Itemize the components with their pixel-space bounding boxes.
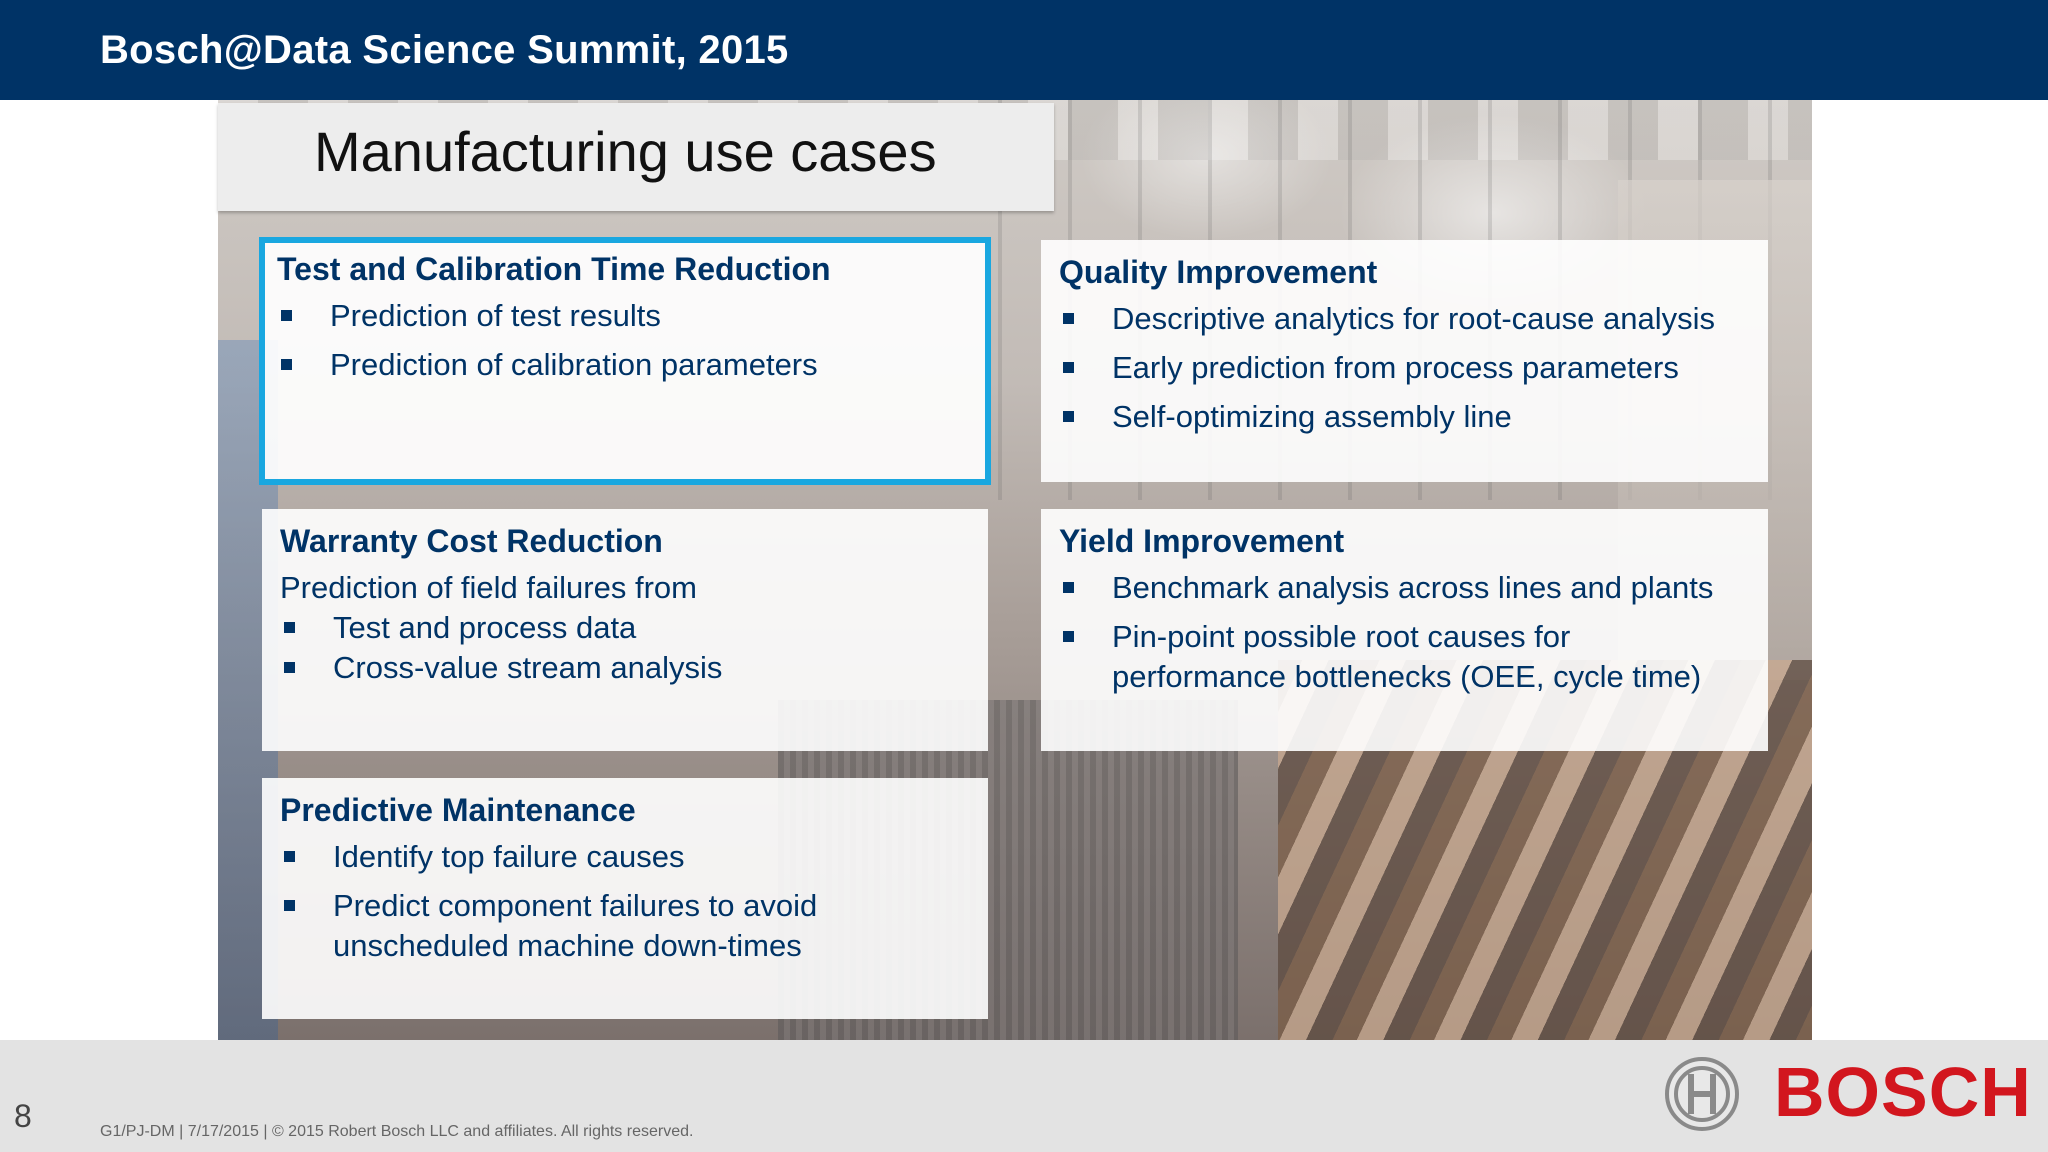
- square-bullet-icon: [284, 900, 295, 911]
- list-item: Test and process data: [280, 608, 970, 648]
- card-title: Test and Calibration Time Reduction: [277, 251, 831, 287]
- square-bullet-icon: [284, 851, 295, 862]
- square-bullet-icon: [281, 310, 292, 321]
- card-predictive-maintenance: Predictive Maintenance Identify top fail…: [262, 778, 988, 1019]
- card-quality-improvement: Quality Improvement Descriptive analytic…: [1041, 240, 1768, 482]
- square-bullet-icon: [1063, 631, 1074, 642]
- list-item: Identify top failure causes: [280, 837, 970, 877]
- list-item: Prediction of test results: [277, 296, 973, 336]
- square-bullet-icon: [1063, 362, 1074, 373]
- bullet-list: Benchmark analysis across lines and plan…: [1059, 568, 1750, 697]
- square-bullet-icon: [281, 359, 292, 370]
- list-item: Benchmark analysis across lines and plan…: [1059, 568, 1750, 608]
- square-bullet-icon: [1063, 582, 1074, 593]
- bullet-list: Prediction of test results Prediction of…: [277, 296, 973, 385]
- card-title: Quality Improvement: [1059, 254, 1378, 290]
- square-bullet-icon: [284, 622, 295, 633]
- bosch-armature-logo-icon: [1665, 1057, 1739, 1131]
- card-intro: Prediction of field failures from: [280, 570, 697, 605]
- page-number: 8: [14, 1098, 32, 1134]
- bullet-list: Descriptive analytics for root-cause ana…: [1059, 299, 1750, 437]
- list-item: Cross-value stream analysis: [280, 648, 970, 688]
- square-bullet-icon: [1063, 411, 1074, 422]
- card-test-calibration: Test and Calibration Time Reduction Pred…: [259, 237, 991, 485]
- header-bar: Bosch@Data Science Summit, 2015: [0, 0, 2048, 100]
- footer-copyright: G1/PJ-DM | 7/17/2015 | © 2015 Robert Bos…: [100, 1123, 694, 1140]
- header-title: Bosch@Data Science Summit, 2015: [100, 28, 789, 72]
- list-item: Prediction of calibration parameters: [277, 345, 973, 385]
- square-bullet-icon: [284, 662, 295, 673]
- title-panel: Manufacturing use cases: [218, 103, 1054, 211]
- bullet-list: Identify top failure causes Predict comp…: [280, 837, 970, 966]
- square-bullet-icon: [1063, 313, 1074, 324]
- card-warranty-cost-reduction: Warranty Cost Reduction Prediction of fi…: [262, 509, 988, 751]
- card-title: Yield Improvement: [1059, 523, 1345, 559]
- card-yield-improvement: Yield Improvement Benchmark analysis acr…: [1041, 509, 1768, 751]
- list-item: Pin-point possible root causes for perfor…: [1059, 617, 1750, 697]
- list-item: Descriptive analytics for root-cause ana…: [1059, 299, 1750, 339]
- bosch-wordmark: BOSCH: [1774, 1053, 2032, 1131]
- list-item: Self-optimizing assembly line: [1059, 397, 1750, 437]
- list-item: Predict component failures to avoid unsch…: [280, 886, 970, 966]
- card-title: Predictive Maintenance: [280, 792, 636, 828]
- list-item: Early prediction from process parameters: [1059, 348, 1750, 388]
- bullet-list: Test and process data Cross-value stream…: [280, 608, 970, 688]
- page-title: Manufacturing use cases: [314, 120, 937, 183]
- card-title: Warranty Cost Reduction: [280, 523, 663, 559]
